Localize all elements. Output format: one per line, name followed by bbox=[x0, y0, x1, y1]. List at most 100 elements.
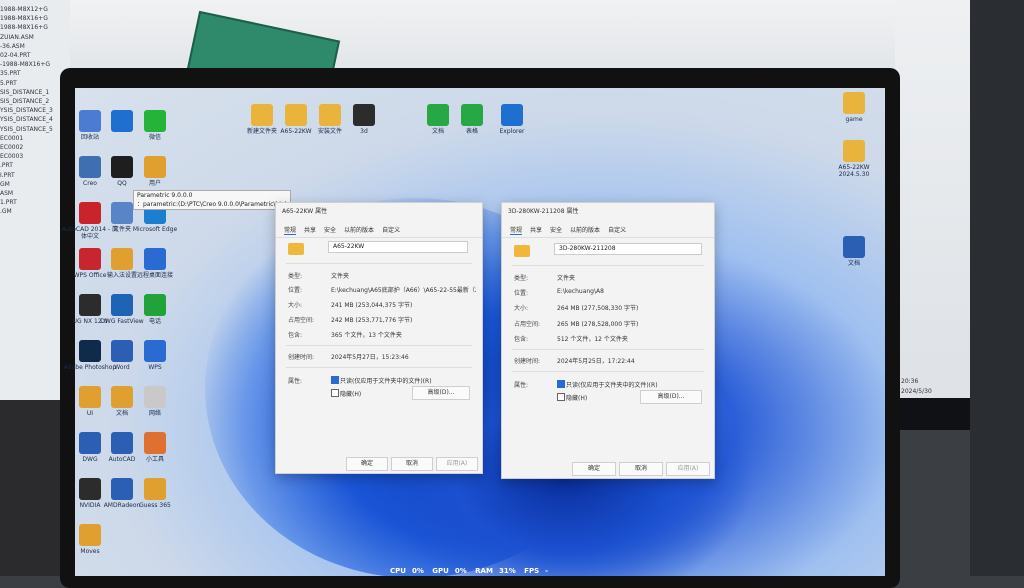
desktop-icon-c1[interactable]: 小工具 bbox=[125, 432, 185, 463]
desktop-icon-label: A65-22KW 2024.5.30 bbox=[838, 164, 870, 178]
contains-label: 包含: bbox=[288, 332, 303, 339]
tab-security[interactable]: 安全 bbox=[324, 225, 336, 235]
ok-button[interactable]: 确定 bbox=[572, 462, 616, 476]
desktop-icon-label: 电话 bbox=[148, 318, 161, 325]
tab-general[interactable]: 常规 bbox=[510, 225, 523, 235]
divider bbox=[286, 263, 472, 264]
desktop-icon-label: 用户 bbox=[148, 180, 161, 187]
desktop-icon-label: Microsoft Edge bbox=[132, 226, 178, 233]
desktop-icon-label: 网络 bbox=[148, 410, 161, 417]
wall-right bbox=[970, 0, 1024, 576]
advanced-button[interactable]: 高级(D)... bbox=[412, 386, 470, 400]
divider bbox=[512, 349, 704, 350]
hidden-checkbox[interactable] bbox=[557, 393, 565, 401]
folder-icon bbox=[353, 104, 375, 126]
desktop-icon-label: 小工具 bbox=[145, 456, 164, 463]
gpu-label: GPU bbox=[432, 567, 449, 575]
desktop-icon-wx[interactable]: WPS bbox=[125, 340, 185, 371]
folder-icon bbox=[461, 104, 483, 126]
file-list-item[interactable]: 02-04.PRT bbox=[0, 52, 70, 59]
divider bbox=[512, 371, 704, 372]
size-value: 241 MB (253,044,375 字节) bbox=[331, 302, 413, 309]
right-monitor: 20:36 2024/5/30 bbox=[895, 0, 970, 430]
wx-icon bbox=[144, 340, 166, 362]
created-label: 创建时间: bbox=[514, 358, 541, 365]
disk-size-label: 占用空间: bbox=[288, 317, 315, 324]
divider bbox=[286, 345, 472, 346]
desktop-icon-r3[interactable]: 文档 bbox=[824, 236, 884, 267]
tab-general[interactable]: 常规 bbox=[284, 225, 297, 235]
file-list-item[interactable]: ZUIAN.ASM bbox=[0, 34, 70, 41]
tab-previous-versions[interactable]: 以前的版本 bbox=[570, 225, 600, 235]
cancel-button[interactable]: 取消 bbox=[391, 457, 433, 471]
type-label: 类型: bbox=[288, 273, 303, 280]
wm-icon bbox=[144, 386, 166, 408]
file-list-item[interactable]: -36.ASM bbox=[0, 43, 70, 50]
file-list-item[interactable]: 1988-M8X16+G bbox=[0, 24, 70, 31]
attributes-label: 属性: bbox=[288, 378, 303, 385]
tooltip-line-1: Parametric 9.0.0.0 bbox=[137, 192, 193, 199]
phone-icon bbox=[144, 294, 166, 316]
folder-name-field[interactable]: 3D-280KW-211208 bbox=[554, 243, 702, 255]
desktop-icon-f5[interactable]: Moves bbox=[60, 524, 120, 555]
apply-button[interactable]: 应用(A) bbox=[666, 462, 710, 476]
hidden-checkbox[interactable] bbox=[331, 389, 339, 397]
file-list-item[interactable]: 1988-M8X16+G bbox=[0, 15, 70, 22]
tab-security[interactable]: 安全 bbox=[550, 225, 562, 235]
ram-value: 31% bbox=[498, 567, 516, 575]
desktop-icon-t4[interactable]: 3d bbox=[334, 104, 394, 135]
desktop-icon-label: 回收站 bbox=[80, 134, 99, 141]
location-value: E:\kechuang\A8 bbox=[557, 288, 604, 295]
location-label: 位置: bbox=[288, 287, 303, 294]
file-list-item[interactable]: 1988-M8X12+G bbox=[0, 6, 70, 13]
tab-previous-versions[interactable]: 以前的版本 bbox=[344, 225, 374, 235]
dialog-title: 3D-280KW-211208 属性 bbox=[508, 208, 579, 215]
folder-icon bbox=[843, 92, 865, 114]
fps-label: FPS bbox=[524, 567, 540, 575]
apply-button[interactable]: 应用(A) bbox=[436, 457, 478, 471]
created-value: 2024年5月25日，17:22:44 bbox=[557, 358, 635, 365]
folder-icon bbox=[501, 104, 523, 126]
desktop-icon-label: Explorer bbox=[499, 128, 525, 135]
desktop-icon-wechat[interactable]: 微信 bbox=[125, 110, 185, 141]
ram-label: RAM bbox=[475, 567, 493, 575]
location-value: E:\kechuang\A65底部护（A66）\A65-22-55最新（24 bbox=[331, 287, 476, 294]
divider bbox=[286, 367, 472, 368]
properties-dialog-3d: 3D-280KW-211208 属性 常规 共享 安全 以前的版本 自定义 3D… bbox=[501, 202, 715, 479]
advanced-button[interactable]: 高级(D)... bbox=[640, 390, 702, 404]
fps-value: - bbox=[545, 567, 549, 575]
contains-value: 512 个文件，12 个文件夹 bbox=[557, 336, 628, 343]
desktop-icon-r1[interactable]: game bbox=[824, 92, 884, 123]
desktop-icon-label: game bbox=[845, 116, 863, 123]
desktop-icon-f4[interactable]: Guess 365 bbox=[125, 478, 185, 509]
tab-sharing[interactable]: 共享 bbox=[530, 225, 542, 235]
f4-icon bbox=[144, 478, 166, 500]
folder-name-field[interactable]: A65-22KW bbox=[328, 241, 468, 253]
c1-icon bbox=[144, 432, 166, 454]
desktop-icon-label: 3d bbox=[360, 128, 368, 135]
tab-sharing[interactable]: 共享 bbox=[304, 225, 316, 235]
type-value: 文件夹 bbox=[331, 273, 350, 280]
desktop-icon-label: 远程桌面连接 bbox=[136, 272, 173, 279]
desktop-icon-r2[interactable]: A65-22KW 2024.5.30 bbox=[824, 140, 884, 178]
right-monitor-clock: 20:36 bbox=[901, 378, 919, 385]
rdp-icon bbox=[144, 248, 166, 270]
hidden-label: 隐藏(H) bbox=[340, 391, 362, 398]
desktop-icon-wm[interactable]: 网络 bbox=[125, 386, 185, 417]
desktop-icon-t7[interactable]: Explorer bbox=[482, 104, 542, 135]
dialog-tabs: 常规 共享 安全 以前的版本 自定义 bbox=[276, 223, 482, 238]
folder-icon bbox=[514, 245, 530, 257]
tab-customize[interactable]: 自定义 bbox=[608, 225, 626, 235]
desktop-icon-rdp[interactable]: 远程桌面连接 bbox=[125, 248, 185, 279]
cpu-value: 0% bbox=[411, 567, 424, 575]
attributes-label: 属性: bbox=[514, 382, 529, 389]
size-label: 大小: bbox=[288, 302, 303, 309]
file-list-item[interactable]: -1988-M8X16+G bbox=[0, 61, 70, 68]
desktop-icon-user[interactable]: 用户 bbox=[125, 156, 185, 187]
desktop-icon-phone[interactable]: 电话 bbox=[125, 294, 185, 325]
ok-button[interactable]: 确定 bbox=[346, 457, 388, 471]
cancel-button[interactable]: 取消 bbox=[619, 462, 663, 476]
readonly-checkbox[interactable] bbox=[557, 380, 565, 388]
tab-customize[interactable]: 自定义 bbox=[382, 225, 400, 235]
readonly-checkbox[interactable] bbox=[331, 376, 339, 384]
